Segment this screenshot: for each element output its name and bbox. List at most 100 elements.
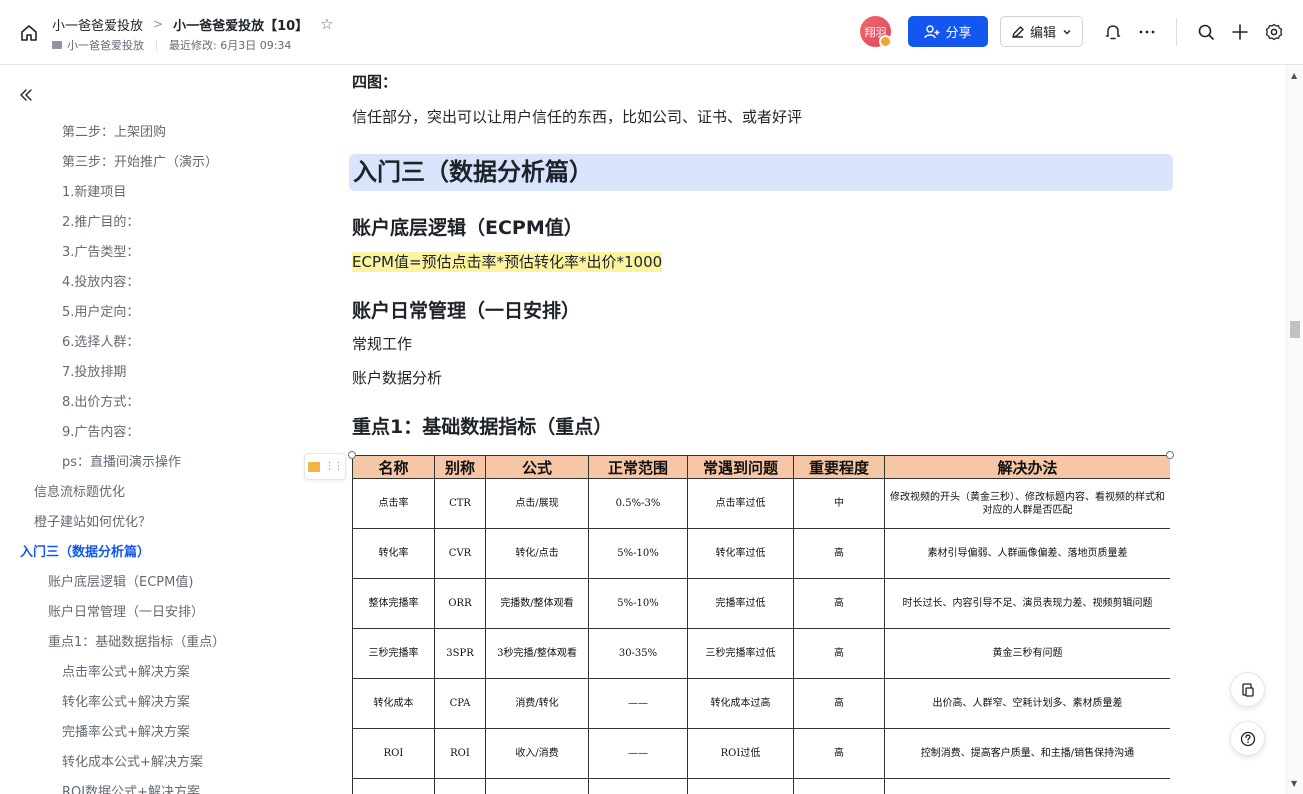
table-cell: 点击率过低 (687, 478, 794, 529)
outline-item[interactable]: ROI数据公式+解决方案 (0, 778, 290, 794)
resize-handle-top-right[interactable] (1166, 451, 1174, 459)
ecpm-formula-highlight: ECPM值=预估点击率*预估转化率*出价*1000 (352, 252, 663, 272)
outline-item[interactable]: 3.广告类型： (0, 238, 290, 268)
table-header-cell: 别称 (434, 455, 486, 479)
folder-icon (52, 41, 62, 49)
table-cell (434, 778, 486, 794)
outline-item[interactable]: 7.投放排期 (0, 358, 290, 388)
table-header-cell: 解决办法 (884, 455, 1170, 479)
table-cell: 3秒完播/整体观看 (485, 628, 589, 679)
outline-item[interactable]: 转化成本公式+解决方案 (0, 748, 290, 778)
outline-item[interactable]: 4.投放内容： (0, 268, 290, 298)
outline-item[interactable]: 2.推广目的： (0, 208, 290, 238)
table-cell: 5%-10% (588, 528, 688, 579)
table-cell: 消费/转化 (485, 678, 589, 729)
bell-icon[interactable] (1101, 20, 1125, 44)
collapse-sidebar-icon[interactable] (14, 83, 38, 107)
star-icon[interactable]: ☆ (320, 15, 333, 33)
table-cell: 转化率过低 (687, 528, 794, 579)
table-row: 转化率 CVR 转化/点击 5%-10% 转化率过低高素材引导偏弱、人群画像偏差、落地页… (352, 528, 1170, 579)
help-icon[interactable] (1230, 721, 1265, 756)
document-title[interactable]: 小一爸爸爱投放【10】 (173, 15, 308, 34)
heading-daily: 账户日常管理（一日安排） (352, 300, 581, 322)
outline-item[interactable]: 9.广告内容： (0, 418, 290, 448)
table-cell: CPA (434, 678, 486, 729)
outline-item[interactable]: 信息流标题优化 (0, 478, 290, 508)
table-cell: 转化率 (352, 528, 435, 579)
table-cell: 30-35% (588, 628, 688, 679)
heading-four-pics: 四图： (352, 73, 398, 91)
search-icon[interactable] (1194, 20, 1218, 44)
table-cell: 素材引导偏弱、人群画像偏差、落地页质量差 (884, 528, 1170, 579)
heading-key1: 重点1：基础数据指标（重点） (352, 416, 613, 438)
image-toolbar[interactable]: ⋮⋮ (304, 453, 346, 480)
outline-item[interactable]: 账户日常管理（一日安排） (0, 598, 290, 628)
outline-item[interactable]: 第三步：开始推广（演示） (0, 148, 290, 178)
document-content: 四图： 信任部分，突出可以让用户信任的东西，比如公司、证书、或者好评 入门三（数… (290, 65, 1286, 794)
table-cell: 3SPR (434, 628, 486, 679)
scroll-up-icon[interactable]: ▲ (1291, 71, 1297, 80)
drag-handle-icon[interactable]: ⋮⋮ (325, 461, 344, 472)
table-cell: 高 (793, 678, 885, 729)
folder-name[interactable]: 小一爸爸爱投放 (67, 37, 144, 53)
scroll-down-icon[interactable]: ▼ (1291, 779, 1297, 788)
breadcrumb-parent-link[interactable]: 小一爸爸爱投放 (52, 15, 143, 34)
scrollbar[interactable]: ▲ ▼ (1286, 65, 1303, 794)
outline-item[interactable]: ps：直播间演示操作 (0, 448, 290, 478)
resize-handle-top-left[interactable] (348, 451, 356, 459)
outline-list: 第二步：上架团购 第三步：开始推广（演示） 1.新建项目 2.推广目的： 3.广告类型：… (0, 118, 290, 794)
edit-label: 编辑 (1029, 26, 1056, 41)
table-cell: ROI过低 (687, 728, 794, 779)
table-cell (485, 778, 589, 794)
table-row: 整体完播率 ORR 完播数/整体观看 5%-10% 完播率过低高时长过长、内容引导不足、… (352, 578, 1170, 629)
table-cell: ROI (352, 728, 435, 779)
outline-item[interactable]: 8.出价方式： (0, 388, 290, 418)
table-cell: 转化/点击 (485, 528, 589, 579)
table-cell: 三秒完播率过低 (687, 628, 794, 679)
table-cell: 整体完播率 (352, 578, 435, 629)
table-cell (588, 778, 688, 794)
outline-item[interactable]: 6.选择人群： (0, 328, 290, 358)
outline-item[interactable]: 5.用户定向： (0, 298, 290, 328)
table-row: ROI ROI 收入/消费 —— ROI过低高控制消费、提高客户质量、和主播/销售保持沟… (352, 728, 1170, 779)
table-cell: —— (588, 728, 688, 779)
image-icon[interactable] (307, 461, 320, 472)
table-cell: 高 (793, 578, 885, 629)
outline-item[interactable]: 第二步：上架团购 (0, 118, 290, 148)
home-icon[interactable] (16, 20, 42, 46)
scrollbar-thumb[interactable] (1290, 321, 1300, 338)
table-cell: 点击/展现 (485, 478, 589, 529)
share-label: 分享 (945, 26, 972, 41)
document-meta: 小一爸爸爱投放 最近修改: 6月3日 09:34 (52, 37, 291, 53)
table-cell: —— (588, 678, 688, 729)
table-cell: 完播数/整体观看 (485, 578, 589, 629)
add-user-icon (924, 24, 940, 38)
table-cell: CTR (434, 478, 486, 529)
share-button[interactable]: 分享 (908, 16, 988, 47)
outline-item[interactable]: 重点1：基础数据指标（重点） (0, 628, 290, 658)
edit-button[interactable]: 编辑 (1000, 16, 1083, 47)
table-cell: 5%-10% (588, 578, 688, 629)
plus-icon[interactable] (1228, 20, 1252, 44)
outline-item[interactable]: 1.新建项目 (0, 178, 290, 208)
outline-item[interactable]: 账户底层逻辑（ECPM值) (0, 568, 290, 598)
data-table-image[interactable]: 名称 别称 公式 正常范围 常遇到问题 重要程度 解决办法 点击率 CTR 点击/展现 0.5%-… (352, 455, 1170, 794)
table-row: 三秒完播率 3SPR 3秒完播/整体观看 30-35% 三秒完播率过低高黄金三秒有问题 (352, 628, 1170, 679)
outline-item[interactable]: 完播率公式+解决方案 (0, 718, 290, 748)
outline-item[interactable]: 橙子建站如何优化？ (0, 508, 290, 538)
more-icon[interactable] (1135, 20, 1159, 44)
chevron-down-icon (1063, 29, 1071, 34)
table-header-cell: 公式 (485, 455, 589, 479)
paragraph-account-analysis: 账户数据分析 (352, 369, 443, 387)
outline-item[interactable]: 入门三（数据分析篇） (0, 538, 290, 568)
table-cell: 转化成本 (352, 678, 435, 729)
gear-icon[interactable] (1262, 20, 1286, 44)
avatar[interactable]: 翔羽 (860, 16, 892, 48)
breadcrumb-separator: > (153, 17, 164, 31)
copy-doc-icon[interactable] (1230, 672, 1265, 707)
table-row (352, 778, 1170, 794)
table-header-cell: 常遇到问题 (687, 455, 794, 479)
outline-item[interactable]: 点击率公式+解决方案 (0, 658, 290, 688)
paragraph-ecpm-formula: ECPM值=预估点击率*预估转化率*出价*1000 (352, 251, 663, 272)
outline-item[interactable]: 转化率公式+解决方案 (0, 688, 290, 718)
